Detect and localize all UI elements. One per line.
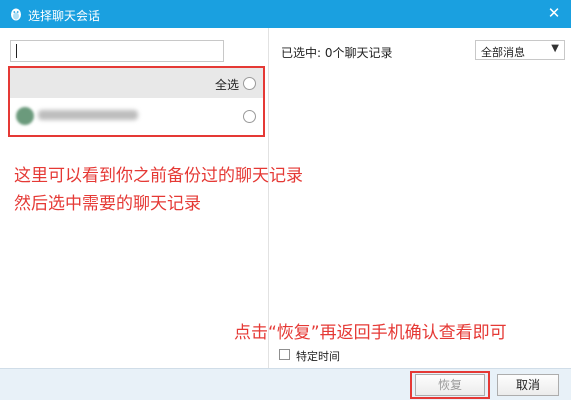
chevron-down-icon: ▼ (551, 43, 559, 54)
selected-count-label: 已选中: 0个聊天记录 (281, 46, 393, 60)
select-all-row[interactable]: 全选 (10, 68, 263, 98)
message-filter-dropdown[interactable]: 全部消息 ▼ (475, 40, 565, 60)
annotation-text-3: 点击“恢复”再返回手机确认查看即可 (234, 323, 507, 343)
blurred-contact-name (38, 110, 138, 120)
search-input[interactable] (10, 40, 224, 62)
dropdown-value: 全部消息 (481, 46, 525, 59)
select-all-label: 全选 (214, 78, 239, 92)
highlight-frame-sessions: 全选 (8, 66, 265, 137)
annotation-text-2: 然后选中需要的聊天记录 (14, 194, 201, 214)
window-title: 选择聊天会话 (28, 9, 101, 23)
restore-button[interactable]: 恢复 (415, 374, 485, 396)
specific-time-checkbox[interactable] (279, 349, 290, 360)
avatar (16, 107, 34, 125)
annotation-text-1: 这里可以看到你之前备份过的聊天记录 (14, 166, 303, 186)
select-all-radio[interactable] (243, 77, 256, 90)
close-icon[interactable]: ✕ (545, 4, 563, 22)
title-bar: 选择聊天会话 ✕ (0, 0, 571, 28)
cancel-button[interactable]: 取消 (497, 374, 559, 396)
specific-time-label: 特定时间 (296, 350, 340, 363)
message-preview-panel: 已选中: 0个聊天记录 全部消息 ▼ (270, 28, 571, 368)
penguin-logo-icon (11, 8, 21, 21)
text-caret (16, 44, 17, 58)
session-radio[interactable] (243, 110, 256, 123)
list-item[interactable] (10, 98, 263, 135)
